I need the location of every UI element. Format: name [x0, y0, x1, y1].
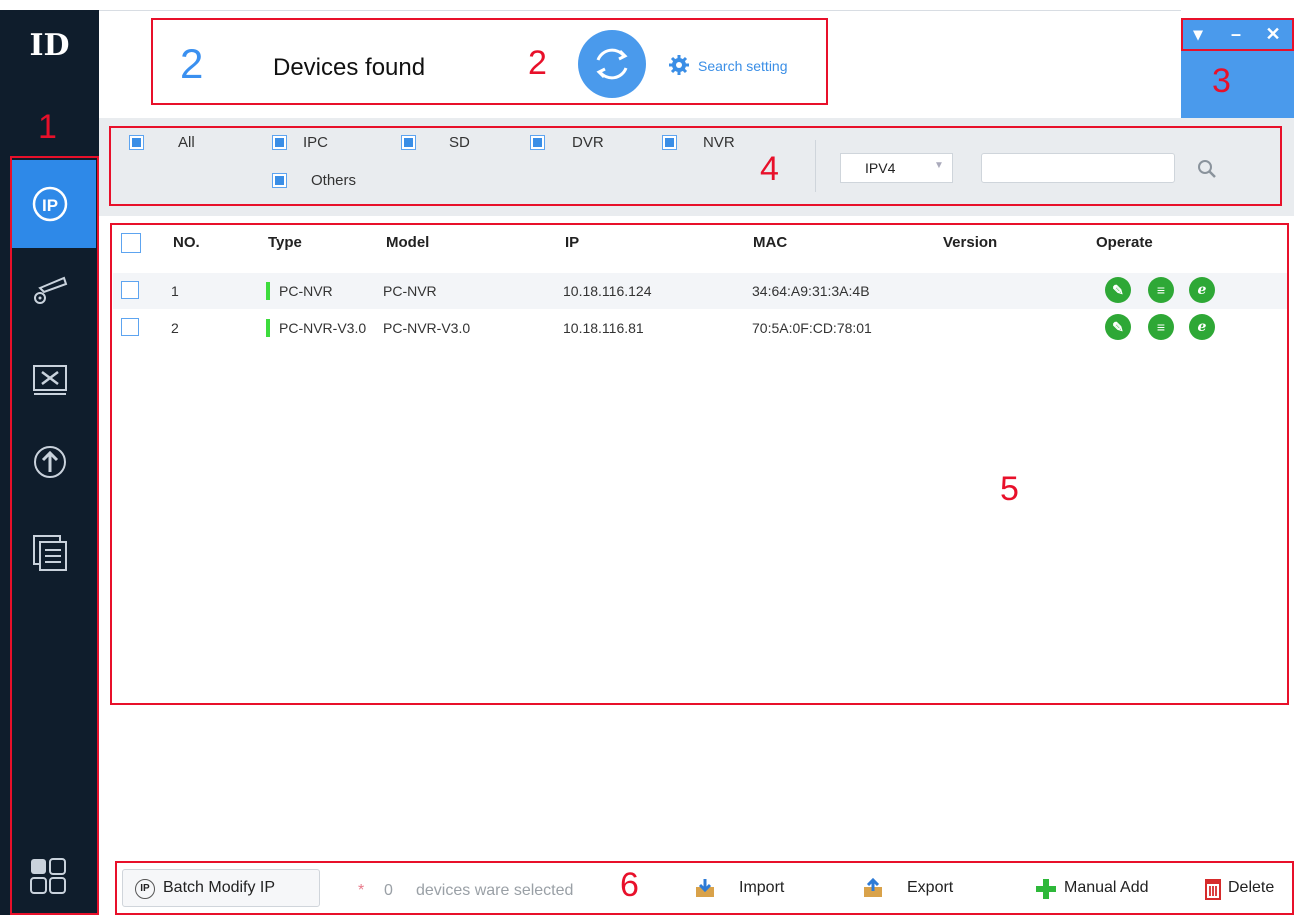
- annotation-number-1: 1: [38, 108, 57, 146]
- annotation-box-5: [110, 223, 1289, 705]
- annotation-number-2: 2: [528, 44, 547, 82]
- annotation-number-4: 4: [760, 150, 779, 188]
- app-logo: ID: [29, 28, 70, 63]
- annotation-number-6: 6: [620, 866, 639, 904]
- annotation-box-4: [109, 126, 1282, 206]
- annotation-box-2: [151, 18, 828, 105]
- annotation-box-6: [115, 861, 1294, 915]
- annotation-number-3: 3: [1212, 62, 1231, 100]
- top-divider: [99, 10, 1181, 11]
- annotation-box-1: [10, 156, 99, 915]
- annotation-box-3: [1181, 18, 1294, 51]
- annotation-number-5: 5: [1000, 470, 1019, 508]
